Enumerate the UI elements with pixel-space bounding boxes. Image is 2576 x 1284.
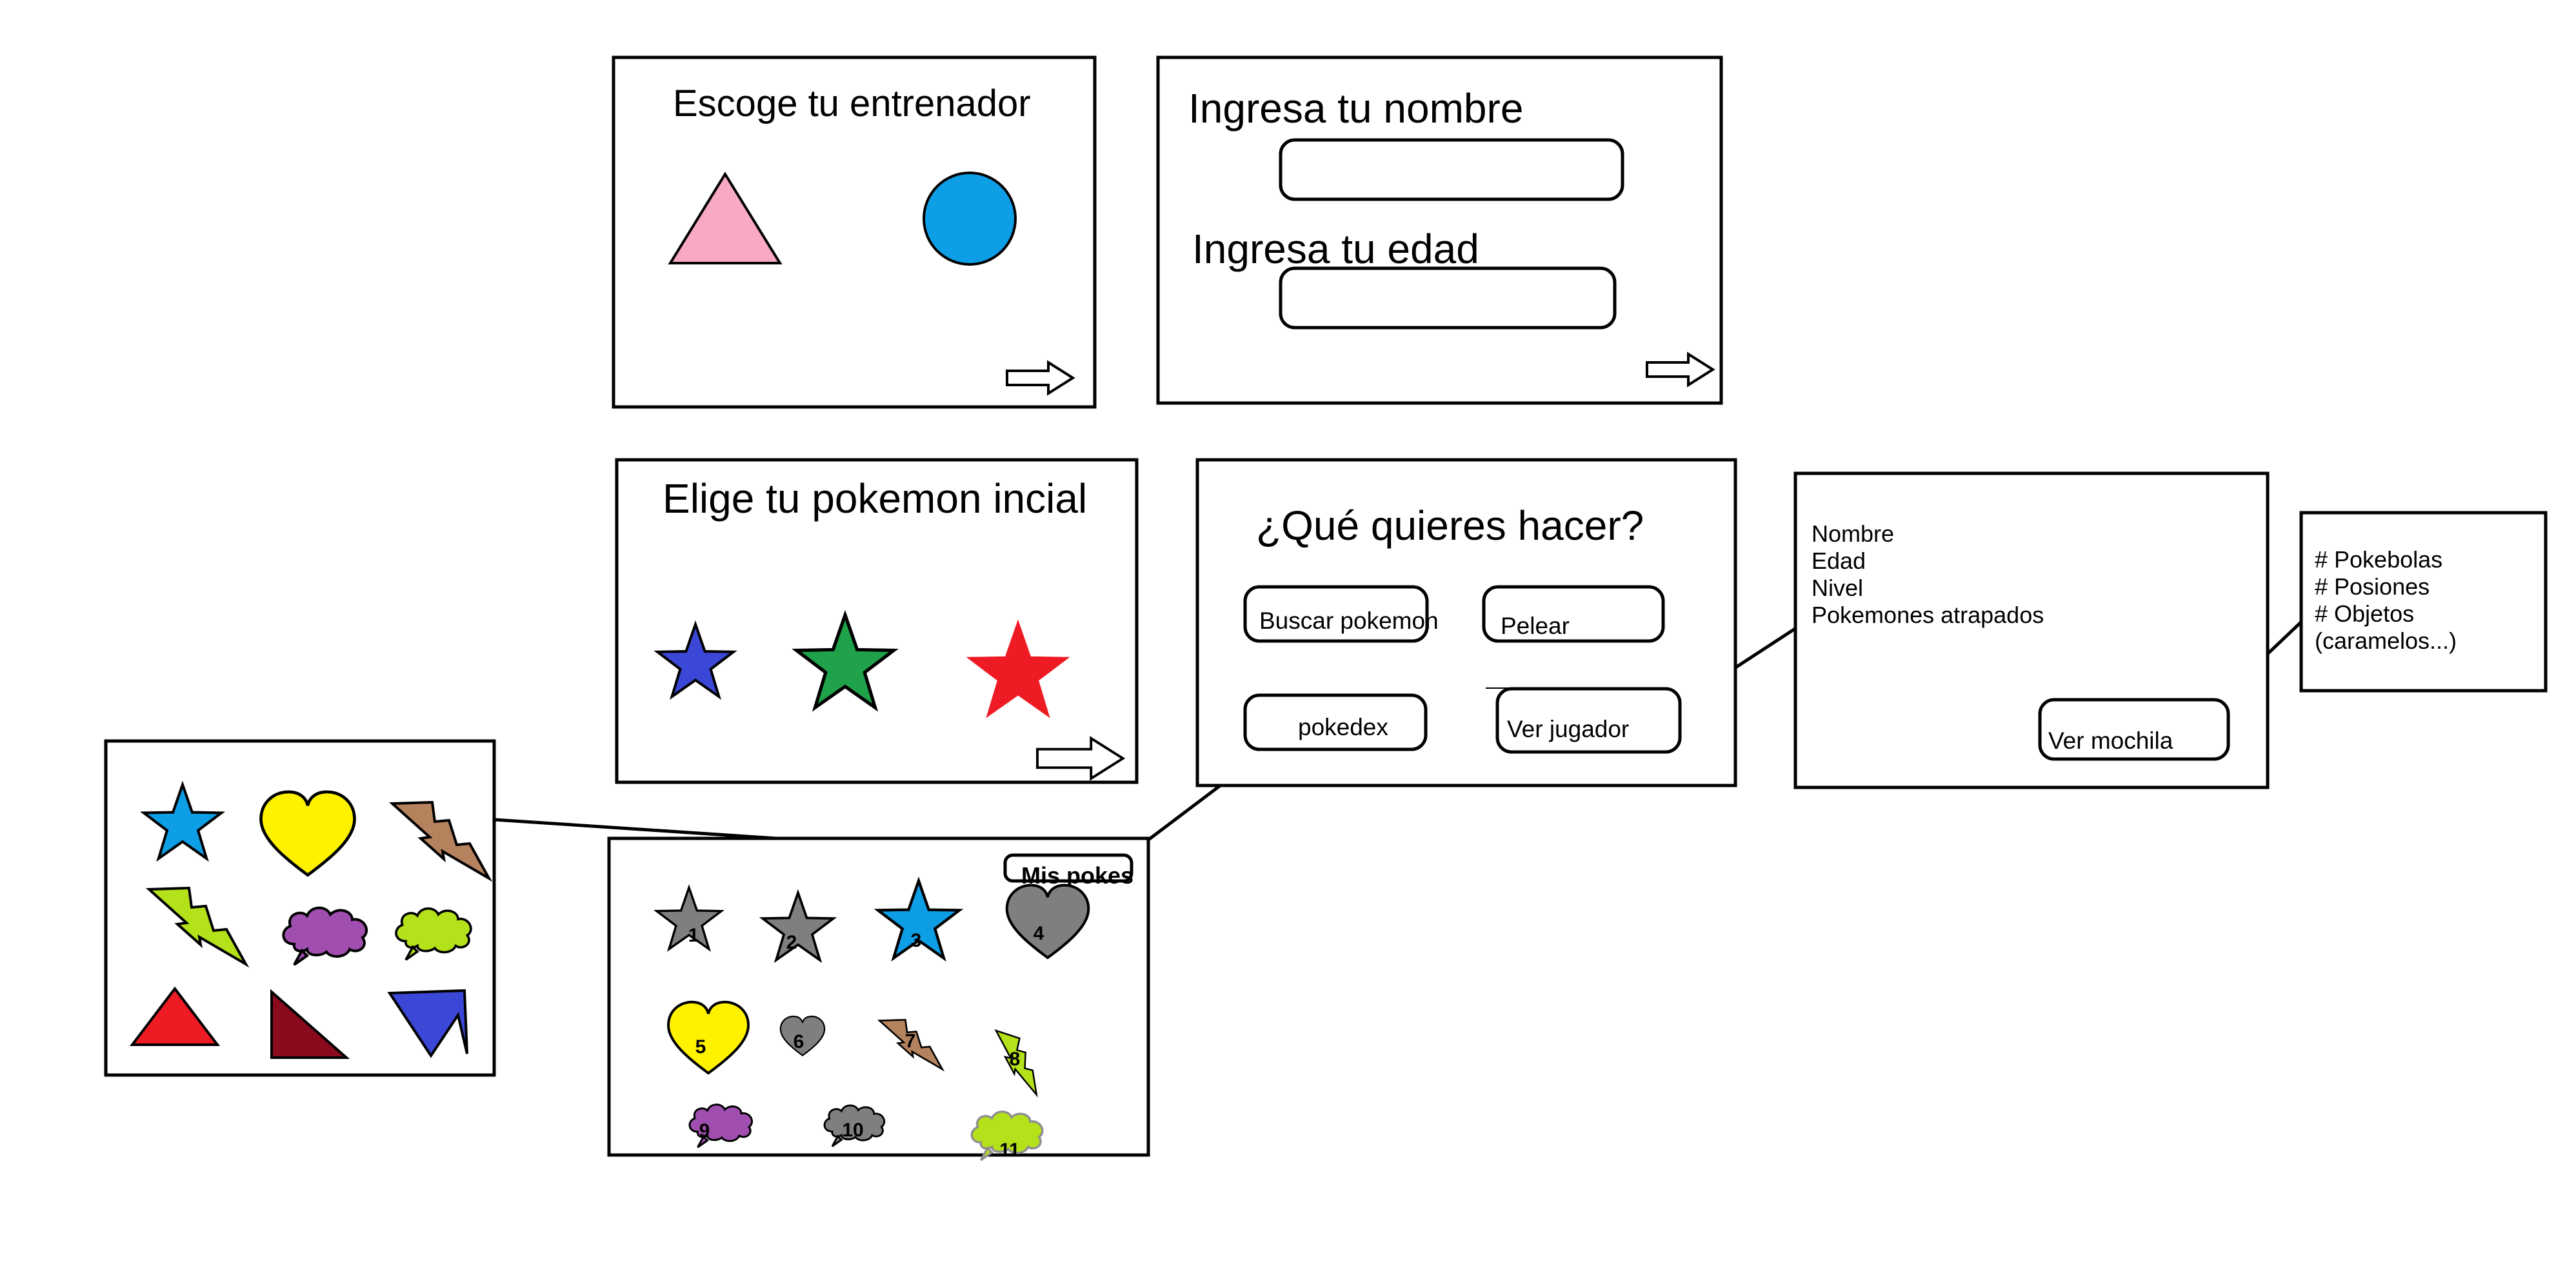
view-player-label: Ver jugador — [1507, 716, 1629, 742]
age-label: Ingresa tu edad — [1192, 226, 1479, 272]
all-pokemon-screen — [104, 739, 496, 1077]
pokedex-number: 3 — [911, 930, 922, 951]
pokedex-number: 4 — [1033, 923, 1044, 944]
pokedex-number: 6 — [794, 1031, 804, 1052]
player-field-name: Nombre — [1812, 520, 1894, 547]
player-field-caught: Pokemones atrapados — [1812, 602, 2044, 628]
pokedex-number: 7 — [905, 1031, 916, 1052]
pokedex-label: pokedex — [1298, 714, 1388, 740]
name-input[interactable] — [1279, 138, 1624, 201]
view-backpack-label: Ver mochila — [2048, 727, 2173, 754]
pokedex-number: 8 — [1010, 1049, 1021, 1070]
my-pokes-label: Mis pokes — [1021, 862, 1133, 889]
pokedex-number: 10 — [842, 1120, 863, 1141]
player-field-level: Nivel — [1812, 575, 1863, 601]
wireframe-canvas: Escoge tu entrenador Ingresa tu nombre I… — [104, 55, 2548, 1161]
backpack-item-candies: (caramelos...) — [2315, 627, 2457, 654]
backpack-item-objects: # Objetos — [2315, 600, 2414, 627]
name-label: Ingresa tu nombre — [1188, 85, 1523, 132]
player-field-age: Edad — [1812, 548, 1866, 574]
menu-title: ¿Qué quieres hacer? — [1256, 502, 1644, 549]
pokedex-number: 5 — [695, 1036, 706, 1058]
pokedex-screen: Mis pokes 1 2 3 4 5 6 7 8 9 10 11 — [607, 836, 1150, 1161]
pokedex-number: 9 — [699, 1120, 710, 1141]
starter-title: Elige tu pokemon incial — [663, 475, 1087, 522]
fight-label: Pelear — [1501, 613, 1570, 639]
pokedex-number: 2 — [786, 932, 797, 953]
backpack-screen: # Pokebolas # Posiones # Objetos (carame… — [2299, 511, 2548, 693]
trainer-screen: Escoge tu entrenador — [612, 55, 1097, 409]
backpack-item-potions: # Posiones — [2315, 573, 2430, 600]
name-age-screen: Ingresa tu nombre Ingresa tu edad — [1156, 55, 1723, 405]
age-input[interactable] — [1279, 266, 1617, 330]
player-screen: Nombre Edad Nivel Pokemones atrapados Ve… — [1793, 471, 2270, 789]
pokedex-number: 11 — [999, 1140, 1020, 1161]
pokedex-number: 1 — [688, 925, 699, 946]
trainer-title: Escoge tu entrenador — [673, 83, 1031, 124]
backpack-item-pokeballs: # Pokebolas — [2315, 546, 2442, 573]
search-pokemon-label: Buscar pokemon — [1259, 607, 1439, 634]
trainer-circle-icon[interactable] — [923, 172, 1017, 266]
starter-screen: Elige tu pokemon incial — [615, 458, 1139, 784]
menu-screen: ¿Qué quieres hacer? Buscar pokemon Pelea… — [1195, 458, 1737, 787]
